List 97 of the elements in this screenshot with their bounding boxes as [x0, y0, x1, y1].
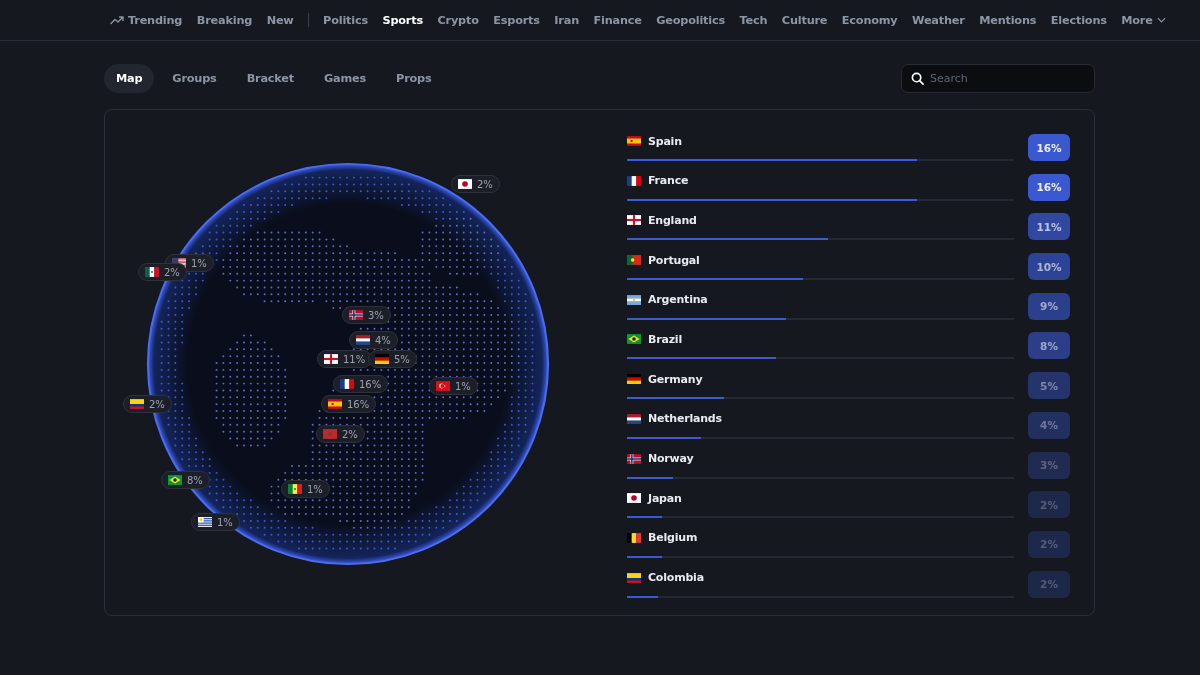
- nav-link[interactable]: Breaking: [196, 13, 253, 27]
- flag-icon: [627, 572, 641, 583]
- tab[interactable]: Games: [312, 63, 379, 93]
- flag-icon: [349, 310, 363, 320]
- map-marker[interactable]: 3%: [342, 306, 391, 324]
- flag-icon: [627, 136, 641, 146]
- flag-icon: [328, 399, 342, 409]
- country-name: Belgium: [648, 531, 698, 545]
- country-name: Argentina: [648, 293, 708, 307]
- map-marker[interactable]: 1%: [281, 480, 330, 498]
- nav-link[interactable]: More: [1121, 13, 1166, 27]
- marker-value: 2%: [149, 398, 165, 410]
- nav-link[interactable]: Mentions: [979, 13, 1037, 27]
- nav-link[interactable]: Esports: [493, 13, 540, 27]
- flag-icon: [288, 484, 302, 494]
- flag-icon: [627, 532, 641, 543]
- map-marker[interactable]: 16%: [333, 375, 389, 393]
- flag-icon: [627, 374, 641, 385]
- marker-value: 1%: [455, 380, 471, 392]
- search-field[interactable]: Search: [901, 63, 1095, 93]
- nav-link[interactable]: Weather: [912, 13, 965, 27]
- map-marker[interactable]: 1%: [429, 377, 478, 395]
- country-name: Norway: [648, 452, 694, 465]
- marker-value: 1%: [307, 483, 323, 495]
- trending-icon: [110, 15, 124, 25]
- map-marker[interactable]: 2%: [138, 263, 187, 281]
- flag-icon: [458, 179, 472, 189]
- percent-badge[interactable]: 8%: [1028, 332, 1070, 360]
- flag-icon: [627, 493, 641, 504]
- flag-icon: [356, 335, 370, 345]
- tab[interactable]: Map: [104, 63, 155, 93]
- nav-link[interactable]: Finance: [593, 13, 642, 27]
- percent-badge[interactable]: 16%: [1028, 173, 1070, 201]
- country-name: Portugal: [648, 253, 700, 267]
- chevron-icon: [1156, 17, 1166, 23]
- country-name: Spain: [648, 134, 682, 148]
- nav-link[interactable]: Culture: [781, 13, 828, 27]
- marker-value: 2%: [342, 428, 358, 440]
- country-name: Japan: [648, 491, 682, 505]
- flag-icon: [627, 294, 641, 305]
- marker-value: 5%: [394, 353, 410, 365]
- flag-icon: [324, 354, 338, 364]
- country-name: Netherlands: [648, 412, 722, 426]
- nav-link[interactable]: New: [266, 13, 294, 27]
- tab[interactable]: Bracket: [234, 63, 306, 93]
- marker-value: 3%: [368, 309, 384, 321]
- marker-value: 2%: [477, 178, 493, 190]
- nav-link[interactable]: Sports: [382, 13, 423, 27]
- flag-icon: [627, 215, 641, 226]
- map-marker[interactable]: 16%: [321, 395, 377, 413]
- flag-icon: [627, 453, 641, 464]
- map-marker[interactable]: 2%: [316, 425, 365, 443]
- nav-link[interactable]: Iran: [554, 13, 579, 27]
- nav-link[interactable]: Elections: [1050, 13, 1107, 27]
- flag-icon: [627, 334, 641, 345]
- percent-badge[interactable]: 10%: [1028, 253, 1070, 281]
- map-marker[interactable]: 2%: [123, 395, 172, 413]
- marker-value: 4%: [375, 334, 391, 346]
- flag-icon: [627, 255, 641, 266]
- nav-link[interactable]: Trending: [110, 13, 183, 27]
- flag-icon: [130, 399, 144, 409]
- nav-link[interactable]: Economy: [841, 13, 898, 27]
- flag-icon: [198, 517, 212, 527]
- flag-icon: [375, 354, 389, 364]
- country-name: England: [648, 213, 697, 227]
- marker-value: 1%: [217, 516, 233, 528]
- country-name: Brazil: [648, 332, 682, 346]
- marker-value: 16%: [359, 378, 382, 390]
- flag-icon: [436, 381, 450, 391]
- flag-icon: [627, 413, 641, 424]
- nav-link[interactable]: Politics: [323, 13, 368, 27]
- marker-value: 16%: [347, 398, 370, 410]
- nav-link[interactable]: Crypto: [437, 13, 479, 27]
- marker-value: 1%: [191, 257, 207, 269]
- marker-value: 11%: [343, 353, 366, 365]
- percent-badge[interactable]: 5%: [1028, 372, 1070, 400]
- tab[interactable]: Groups: [160, 63, 229, 93]
- country-name: Colombia: [648, 571, 704, 585]
- flag-icon: [340, 379, 354, 389]
- map-marker[interactable]: 2%: [451, 175, 500, 193]
- flag-icon: [145, 267, 159, 277]
- marker-value: 8%: [187, 474, 203, 486]
- map-marker[interactable]: 1%: [191, 513, 240, 531]
- nav-link[interactable]: Geopolitics: [656, 13, 725, 27]
- country-name: Germany: [648, 372, 703, 386]
- flag-icon: [168, 475, 182, 485]
- percent-badge[interactable]: 9%: [1028, 292, 1070, 320]
- flag-icon: [323, 429, 337, 439]
- nav-link[interactable]: Tech: [739, 13, 768, 27]
- country-name: France: [648, 174, 689, 188]
- map-marker[interactable]: 4%: [349, 331, 398, 349]
- flag-icon: [627, 175, 641, 186]
- percent-badge[interactable]: 11%: [1028, 213, 1070, 241]
- tab[interactable]: Props: [384, 63, 444, 93]
- map-marker[interactable]: 8%: [161, 471, 210, 489]
- percent-badge[interactable]: 16%: [1028, 134, 1070, 161]
- map-marker[interactable]: 5%: [368, 350, 417, 368]
